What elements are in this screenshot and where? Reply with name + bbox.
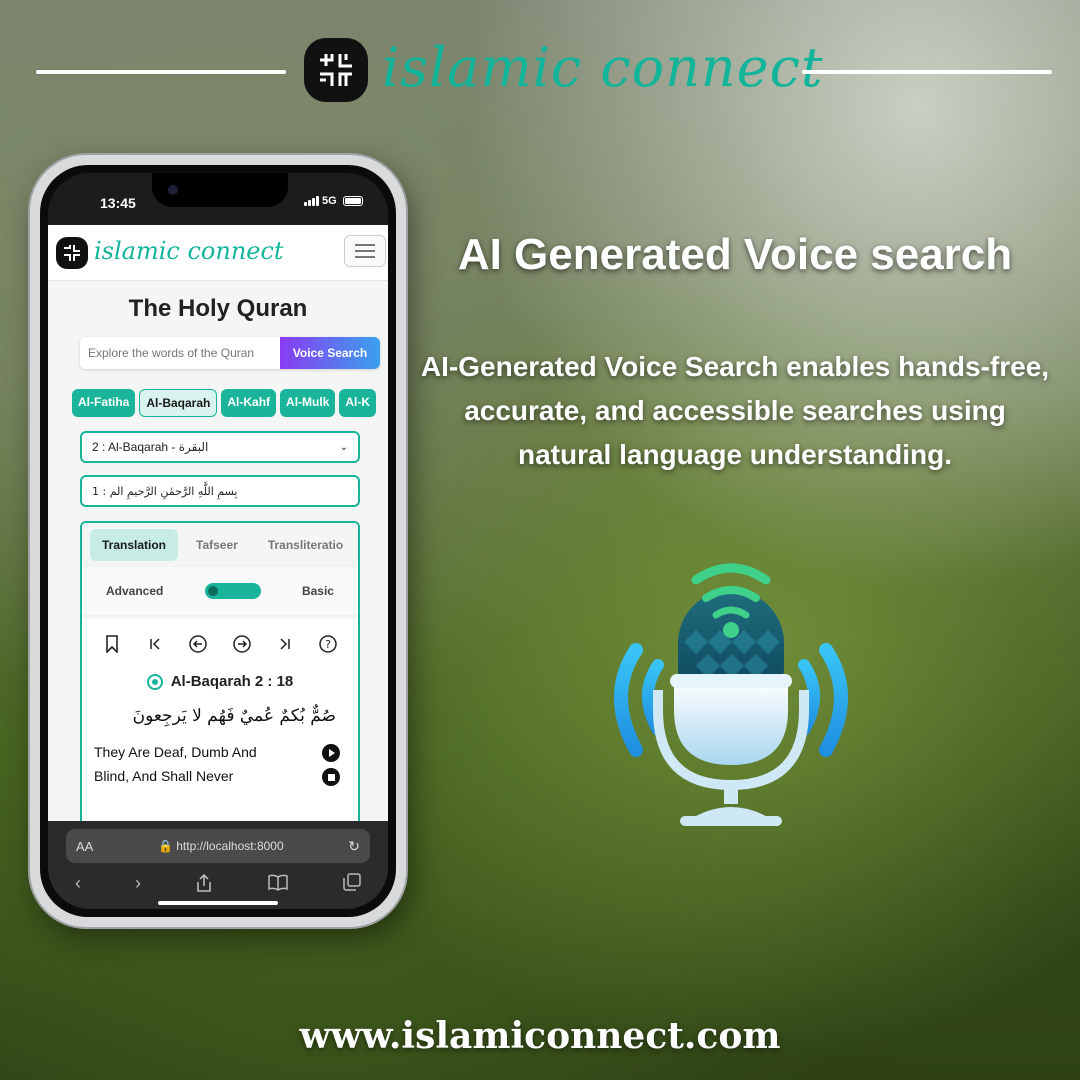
signal-status: 5G [304, 195, 363, 207]
translation-line-1: They Are Deaf, Dumb And [94, 744, 257, 760]
verse-ref-text: Al-Baqarah 2 : 18 [170, 673, 294, 690]
header-line-left [36, 70, 286, 74]
browser-nav: ‹ › [48, 873, 388, 898]
microphone-icon [596, 560, 866, 830]
share-icon[interactable] [195, 873, 213, 898]
verse-reference: Al-Baqarah 2 : 18 [82, 673, 358, 690]
header-line-right [802, 70, 1052, 74]
lock-icon: 🔒 [157, 839, 173, 853]
arabic-verse: صُمٌّ بُكمٌ عُميٌ فَهُم لا يَرجِعونَ [132, 706, 336, 726]
verse-card: Translation Tafseer Transliteratio Advan… [80, 521, 360, 821]
stop-icon[interactable] [322, 768, 340, 786]
translation-line-2: Blind, And Shall Never [94, 768, 234, 784]
url-value: http://localhost:8000 [176, 839, 284, 853]
menu-toggle-button[interactable] [344, 235, 386, 267]
nav-brand[interactable]: islamic connect [94, 237, 284, 265]
content-tabs: Translation Tafseer Transliteratio [82, 523, 358, 567]
url-text: 🔒 http://localhost:8000 [93, 839, 348, 853]
phone-mockup: 13:45 5G islamic connect The Holy Quran … [30, 155, 406, 927]
page-title: The Holy Quran [128, 295, 308, 322]
site-navbar: islamic connect [48, 225, 388, 281]
search-input[interactable] [80, 337, 280, 369]
first-icon[interactable] [143, 637, 167, 656]
bookmark-icon[interactable] [100, 634, 124, 658]
mode-basic-label: Basic [301, 584, 334, 598]
chip-al-k[interactable]: Al-K [339, 389, 377, 417]
feature-heading: AI Generated Voice search [457, 230, 1013, 279]
tab-tafseer[interactable]: Tafseer [184, 529, 250, 561]
text-size-button[interactable]: AA [76, 839, 93, 854]
surah-chips: Al-Fatiha Al-Baqarah Al-Kahf Al-Mulk Al-… [72, 389, 377, 417]
svg-text:?: ? [325, 638, 331, 651]
phone-screen: 13:45 5G islamic connect The Holy Quran … [48, 173, 388, 909]
battery-icon [342, 196, 363, 206]
help-icon[interactable]: ? [316, 634, 340, 659]
chip-al-fatiha[interactable]: Al-Fatiha [72, 389, 136, 417]
verse-translation: They Are Deaf, Dumb And Blind, And Shall… [82, 726, 358, 788]
footer-url[interactable]: www.islamiconnect.com [0, 1015, 1080, 1057]
browser-toolbar: AA 🔒 http://localhost:8000 ↻ ‹ › [48, 821, 388, 909]
network-label: 5G [322, 195, 337, 207]
mode-switch-row: Advanced Basic [82, 567, 358, 615]
back-icon[interactable]: ‹ [75, 873, 81, 898]
chevron-down-icon: ⌄ [339, 441, 348, 453]
forward-icon[interactable]: › [135, 873, 141, 898]
chip-al-mulk[interactable]: Al-Mulk [280, 389, 336, 417]
voice-search-button[interactable]: Voice Search [280, 337, 380, 369]
reload-icon[interactable]: ↻ [348, 838, 360, 855]
address-bar[interactable]: AA 🔒 http://localhost:8000 ↻ [66, 829, 370, 863]
tab-translation[interactable]: Translation [90, 529, 179, 561]
mode-toggle[interactable] [204, 583, 261, 599]
verse-star-icon [146, 673, 163, 690]
surah-select-value: 2 : Al-Baqarah - البقرة [92, 440, 209, 454]
search-bar: Voice Search [80, 337, 380, 369]
next-icon[interactable] [230, 634, 254, 659]
last-icon[interactable] [273, 637, 297, 656]
verse-select-value: بِسمِ اللَّهِ الرَّحمٰنِ الرَّحيمِ الم :… [92, 484, 238, 498]
tabs-icon[interactable] [343, 873, 361, 898]
home-indicator [158, 901, 278, 905]
feature-description: AI-Generated Voice Search enables hands-… [420, 351, 1050, 470]
verse-toolbar: ? [82, 621, 358, 671]
prev-icon[interactable] [186, 634, 210, 659]
bookmarks-icon[interactable] [267, 873, 289, 898]
signal-bars-icon [304, 196, 319, 206]
chip-al-kahf[interactable]: Al-Kahf [221, 389, 277, 417]
web-page: islamic connect The Holy Quran Voice Sea… [48, 225, 388, 821]
tab-transliteration[interactable]: Transliteratio [256, 529, 355, 561]
chip-al-baqarah[interactable]: Al-Baqarah [139, 389, 218, 417]
nav-logo-icon[interactable] [56, 237, 88, 269]
mode-advanced-label: Advanced [106, 584, 164, 598]
status-time: 13:45 [100, 195, 136, 211]
notch [152, 173, 288, 207]
brand-name: islamic connect [382, 36, 824, 99]
status-bar: 13:45 5G [48, 173, 388, 225]
play-icon[interactable] [322, 744, 340, 762]
surah-select[interactable]: 2 : Al-Baqarah - البقرة ⌄ [80, 431, 360, 463]
verse-select[interactable]: بِسمِ اللَّهِ الرَّحمٰنِ الرَّحيمِ الم :… [80, 475, 360, 507]
brand-logo-icon [304, 38, 368, 102]
